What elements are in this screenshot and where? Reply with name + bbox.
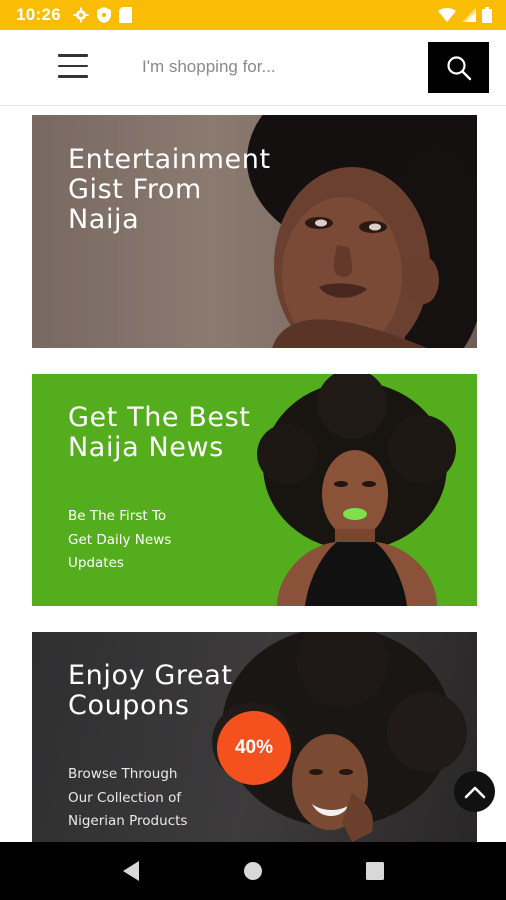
banner-entertainment[interactable]: Entertainment Gist From Naija (32, 115, 477, 348)
system-nav-bar (0, 842, 506, 900)
woman-portrait-image (257, 374, 456, 606)
subtitle-line: Browse Through (68, 766, 178, 782)
signal-icon (462, 8, 476, 22)
search-icon (446, 55, 471, 80)
hamburger-menu-icon[interactable] (58, 54, 90, 80)
recents-icon (366, 862, 384, 880)
title-line: Entertainment (68, 144, 271, 175)
banner-news[interactable]: Get The Best Naija News Be The First To … (32, 374, 477, 606)
app-header (0, 30, 506, 106)
title-line: Enjoy Great (68, 660, 233, 691)
title-line: Naija News (68, 432, 224, 463)
banner-subtitle: Browse Through Our Collection of Nigeria… (68, 763, 218, 834)
title-line: Coupons (68, 690, 190, 721)
title-line: Get The Best (68, 402, 251, 433)
banner-title: Entertainment Gist From Naija (68, 145, 271, 235)
status-left-icons (73, 7, 132, 23)
wifi-icon (438, 8, 456, 22)
search-button[interactable] (428, 42, 489, 93)
banner-title: Enjoy Great Coupons (68, 661, 233, 721)
nav-recents-button[interactable] (353, 849, 397, 893)
banner-title: Get The Best Naija News (68, 403, 251, 463)
discount-badge: 40% (217, 711, 291, 785)
nav-back-button[interactable] (109, 849, 153, 893)
title-line: Naija (68, 204, 140, 235)
gear-icon (73, 7, 89, 23)
subtitle-line: Our Collection of (68, 789, 182, 806)
chevron-up-icon (464, 786, 485, 798)
banner-subtitle: Be The First To Get Daily News Updates (68, 505, 198, 576)
battery-icon (482, 7, 492, 23)
back-icon (123, 861, 139, 881)
shield-icon (96, 7, 111, 23)
subtitle-line: Get Daily News (68, 531, 172, 548)
scroll-to-top-button[interactable] (454, 771, 495, 812)
subtitle-line: Updates (68, 555, 124, 571)
subtitle-line: Be The First To (68, 508, 167, 524)
sd-card-icon (118, 7, 132, 23)
home-icon (244, 862, 262, 880)
title-line: Gist From (68, 174, 202, 205)
search-input[interactable] (132, 50, 412, 84)
status-bar: 10:26 (0, 0, 506, 30)
banner-coupons[interactable]: Enjoy Great Coupons 40% Browse Through O… (32, 632, 477, 842)
status-time: 10:26 (16, 5, 61, 24)
status-right-icons (438, 7, 492, 23)
subtitle-line: Nigerian Products (68, 813, 188, 829)
nav-home-button[interactable] (231, 849, 275, 893)
